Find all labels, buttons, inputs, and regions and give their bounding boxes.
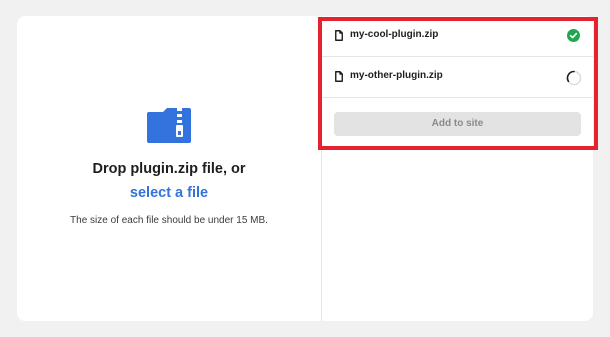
file-row: my-cool-plugin.zip bbox=[322, 16, 593, 57]
zip-folder-icon bbox=[147, 108, 191, 143]
drop-zone-title: Drop plugin.zip file, or bbox=[92, 161, 246, 177]
file-icon bbox=[335, 71, 343, 82]
upload-card: Drop plugin.zip file, or select a file T… bbox=[17, 16, 593, 321]
file-name: my-other-plugin.zip bbox=[350, 70, 443, 81]
file-icon bbox=[335, 30, 343, 41]
actions-area: Add to site bbox=[322, 98, 593, 152]
file-row: my-other-plugin.zip bbox=[322, 57, 593, 98]
check-circle-icon bbox=[567, 29, 580, 42]
file-name: my-cool-plugin.zip bbox=[350, 29, 439, 40]
file-list: my-cool-plugin.zip my-other-plugin.zip A… bbox=[322, 16, 593, 152]
drop-zone[interactable]: Drop plugin.zip file, or select a file T… bbox=[17, 16, 322, 321]
file-size-note: The size of each file should be under 15… bbox=[70, 215, 268, 226]
add-to-site-button[interactable]: Add to site bbox=[334, 112, 581, 136]
select-file-link[interactable]: select a file bbox=[17, 185, 321, 201]
spinner-icon bbox=[566, 70, 582, 86]
